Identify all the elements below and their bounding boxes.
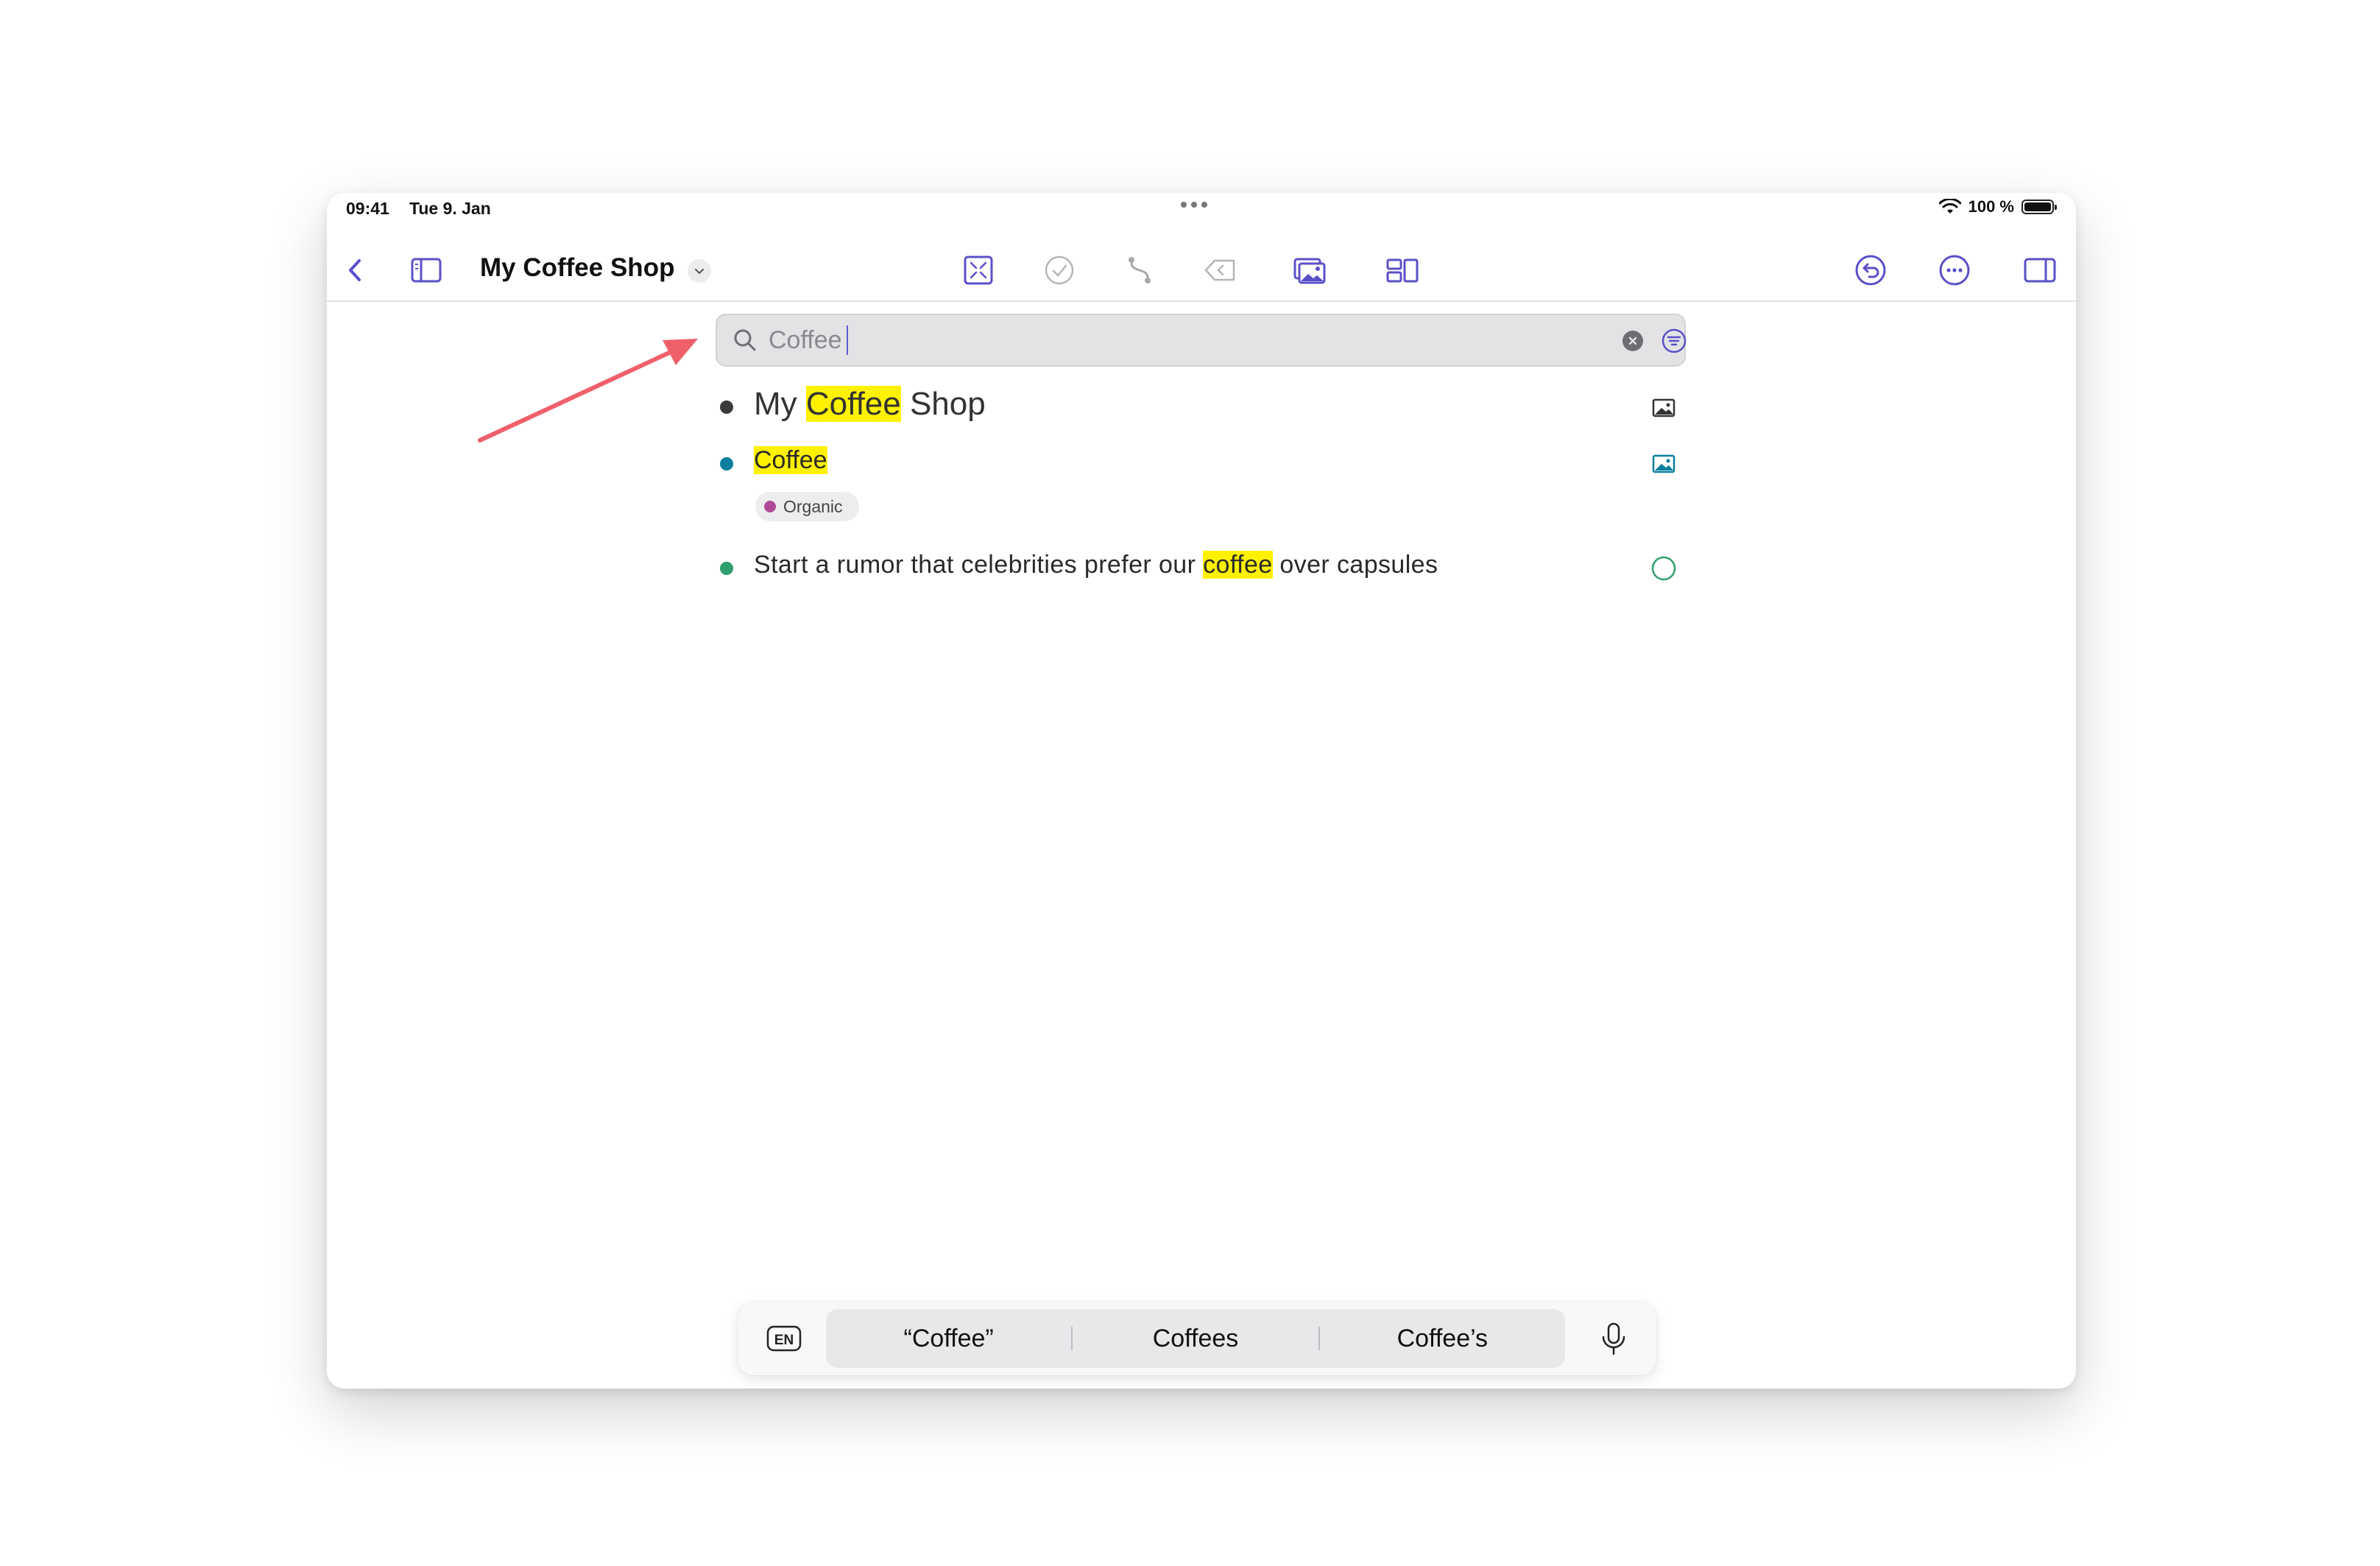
app-window: 09:41 Tue 9. Jan 100 % My Coffee Shop Co… — [327, 193, 2076, 1389]
suggestion-list: “Coffee” Coffees Coffee’s — [826, 1309, 1565, 1368]
suggestion-item[interactable]: “Coffee” — [826, 1325, 1071, 1353]
status-right: 100 % — [1938, 197, 2057, 216]
undo-icon[interactable] — [1852, 252, 1889, 289]
suggestion-item[interactable]: Coffee’s — [1320, 1325, 1565, 1353]
media-icon[interactable] — [1291, 252, 1328, 289]
toolbar: My Coffee Shop — [327, 239, 2076, 302]
tag-chip[interactable]: Organic — [755, 492, 859, 521]
microphone-icon[interactable] — [1597, 1321, 1630, 1358]
tag-color-dot — [764, 501, 776, 512]
battery-icon — [2021, 200, 2057, 214]
connection-icon[interactable] — [1122, 252, 1159, 289]
title-menu-chevron-icon[interactable] — [688, 259, 711, 283]
text-caret — [847, 325, 848, 355]
task-checkbox-icon[interactable] — [1649, 554, 1678, 583]
result-title: Coffee — [754, 446, 827, 474]
clear-search-icon[interactable] — [1622, 331, 1643, 351]
search-icon — [734, 329, 756, 351]
inspector-icon[interactable] — [2021, 252, 2058, 289]
tag-label: Organic — [783, 496, 843, 516]
more-icon[interactable] — [1936, 252, 1973, 289]
image-icon[interactable] — [1649, 393, 1678, 423]
multitasking-dots-icon[interactable] — [1181, 202, 1207, 208]
keyboard-language-icon[interactable]: EN — [766, 1322, 802, 1355]
filter-icon[interactable] — [1661, 328, 1687, 354]
status-time: 09:41 — [346, 199, 389, 218]
suggestion-item[interactable]: Coffees — [1073, 1325, 1318, 1353]
result-title: My Coffee Shop — [754, 386, 986, 422]
checkmark-circle-icon[interactable] — [1041, 252, 1078, 289]
battery-percent: 100 % — [1968, 197, 2014, 216]
document-title[interactable]: My Coffee Shop — [480, 253, 674, 283]
search-input[interactable] — [769, 322, 1564, 358]
keyboard-language-label: EN — [774, 1333, 794, 1348]
layout-icon[interactable] — [1384, 252, 1421, 289]
bullet — [720, 457, 733, 470]
status-date: Tue 9. Jan — [409, 199, 491, 218]
keyboard-suggestion-bar: EN “Coffee” Coffees Coffee’s — [738, 1302, 1656, 1375]
tag-icon[interactable] — [1201, 252, 1238, 289]
search-field[interactable] — [716, 314, 1687, 367]
image-icon[interactable] — [1649, 449, 1678, 479]
result-title: Start a rumor that celebrities prefer ou… — [754, 551, 1438, 579]
focus-icon[interactable] — [960, 252, 997, 289]
back-chevron-icon[interactable] — [337, 252, 374, 289]
bullet — [720, 401, 733, 414]
wifi-icon — [1938, 199, 1961, 214]
bullet — [720, 562, 733, 575]
sidebar-icon[interactable] — [408, 252, 445, 289]
